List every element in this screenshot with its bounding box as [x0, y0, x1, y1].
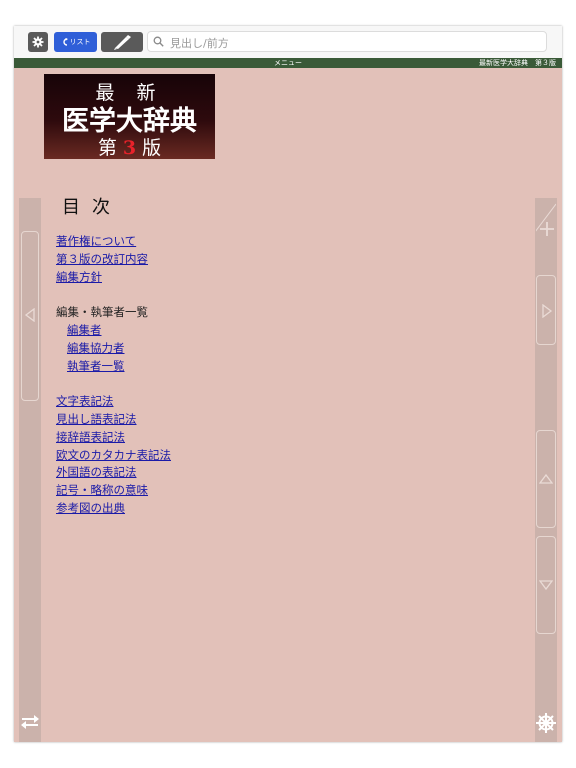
edition-prefix: 第 — [97, 137, 117, 159]
toc-link-symbols-abbreviations[interactable]: 記号・略称の意味 — [56, 482, 171, 500]
app-frame: リスト 見出し/前方 メニュー 最新医学大辞典 第３版 最 新 医学大辞典 第 … — [14, 26, 562, 742]
toc-link-copyright[interactable]: 著作権について — [56, 233, 171, 251]
scroll-down-button[interactable] — [536, 536, 556, 634]
right-side-panel — [535, 198, 557, 742]
toc-link-contributing-editors[interactable]: 編集協力者 — [56, 340, 171, 358]
toc-link-editors[interactable]: 編集者 — [56, 322, 171, 340]
settings-button[interactable] — [28, 32, 48, 52]
pen-button[interactable] — [101, 32, 143, 52]
edition-number: 3 — [122, 137, 137, 159]
list-button[interactable]: リスト — [54, 32, 97, 52]
pen-icon — [114, 35, 131, 50]
toc-spacer — [56, 375, 171, 393]
gear-icon — [32, 36, 44, 48]
ship-wheel-icon — [536, 713, 556, 733]
previous-page-button[interactable] — [21, 231, 39, 401]
triangle-left-icon — [24, 308, 35, 322]
toc-link-affix-notation[interactable]: 接辞語表記法 — [56, 429, 171, 447]
left-side-panel — [19, 198, 41, 742]
toc-spacer — [56, 286, 171, 304]
toc-link-figure-sources[interactable]: 参考図の出典 — [56, 500, 171, 518]
toolbar: リスト 見出し/前方 — [14, 26, 562, 59]
swap-arrows-icon — [21, 715, 39, 729]
search-field[interactable]: 見出し/前方 — [147, 31, 547, 52]
cover-edition: 第 3 版 — [44, 133, 215, 160]
swap-button[interactable] — [20, 714, 40, 734]
toc-link-headword-notation[interactable]: 見出し語表記法 — [56, 411, 171, 429]
plus-icon[interactable] — [536, 200, 556, 256]
toc-link-revision[interactable]: 第３版の改訂内容 — [56, 251, 171, 269]
toc-heading: 目次 — [62, 197, 122, 218]
menu-bar[interactable]: メニュー 最新医学大辞典 第３版 — [14, 58, 562, 68]
search-icon — [153, 36, 164, 47]
toc-link-editorial-policy[interactable]: 編集方針 — [56, 269, 171, 287]
helm-button[interactable] — [535, 712, 557, 738]
toc-link-character-notation[interactable]: 文字表記法 — [56, 393, 171, 411]
toc-link-foreign-language-notation[interactable]: 外国語の表記法 — [56, 464, 171, 482]
scroll-up-button[interactable] — [536, 430, 556, 528]
edition-suffix: 版 — [142, 137, 162, 159]
triangle-right-icon — [542, 304, 553, 318]
book-cover-image: 最 新 医学大辞典 第 3 版 — [44, 74, 215, 159]
triangle-up-icon — [539, 473, 553, 484]
next-page-button[interactable] — [536, 275, 556, 345]
toc-link-katakana-notation[interactable]: 欧文のカタカナ表記法 — [56, 447, 171, 465]
back-arrow-icon — [62, 38, 68, 46]
search-placeholder: 見出し/前方 — [170, 37, 229, 50]
triangle-down-icon — [539, 580, 553, 591]
list-button-label: リスト — [69, 38, 91, 46]
table-of-contents: 著作権について 第３版の改訂内容 編集方針 編集・執筆者一覧 編集者 編集協力者… — [56, 233, 171, 518]
toc-link-authors[interactable]: 執筆者一覧 — [56, 358, 171, 376]
book-label: 最新医学大辞典 第３版 — [479, 59, 556, 67]
toc-section-heading: 編集・執筆者一覧 — [56, 305, 148, 320]
